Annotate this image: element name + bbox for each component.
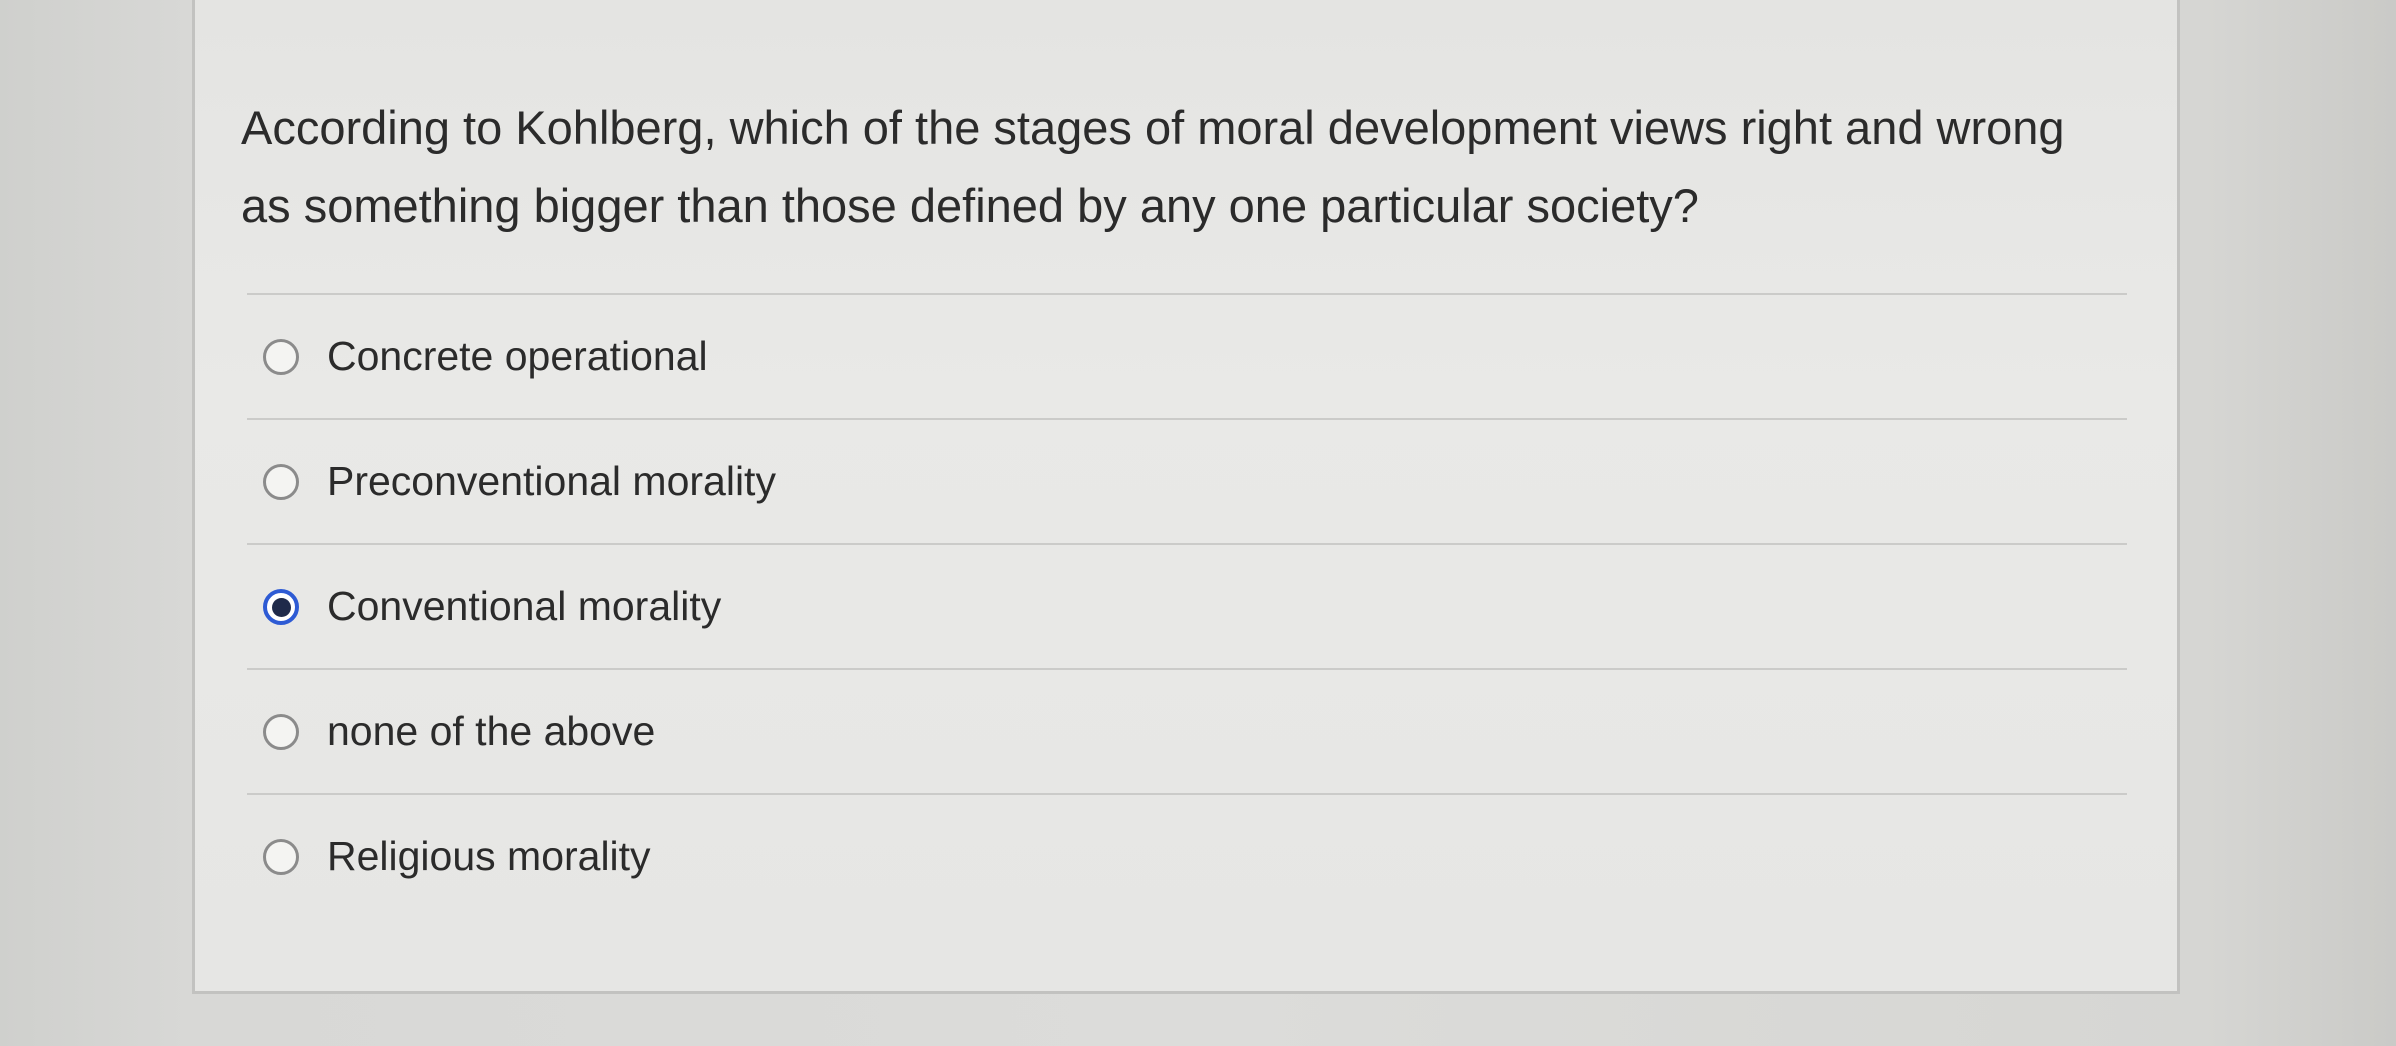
answer-label: none of the above [327, 708, 656, 754]
answer-list: Concrete operational Preconventional mor… [247, 293, 2127, 918]
answer-option-none-of-the-above[interactable]: none of the above [247, 668, 2127, 793]
radio-button-icon[interactable] [263, 338, 299, 375]
question-text: According to Kohlberg, which of the stag… [241, 101, 2065, 232]
screen-background: According to Kohlberg, which of the stag… [0, 0, 2396, 1046]
radio-button-selected-icon[interactable] [263, 588, 299, 625]
question-card: According to Kohlberg, which of the stag… [192, 0, 2180, 994]
answer-option-concrete-operational[interactable]: Concrete operational [247, 293, 2127, 418]
answer-option-preconventional-morality[interactable]: Preconventional morality [247, 418, 2127, 543]
radio-button-icon[interactable] [263, 713, 299, 750]
radio-button-icon[interactable] [263, 463, 299, 500]
answer-option-religious-morality[interactable]: Religious morality [247, 793, 2127, 918]
answer-label: Conventional morality [327, 583, 722, 629]
answer-label: Preconventional morality [327, 458, 776, 504]
answer-option-conventional-morality[interactable]: Conventional morality [247, 543, 2127, 668]
answer-label: Religious morality [327, 833, 651, 879]
radio-button-icon[interactable] [263, 838, 299, 875]
answer-label: Concrete operational [327, 333, 708, 379]
